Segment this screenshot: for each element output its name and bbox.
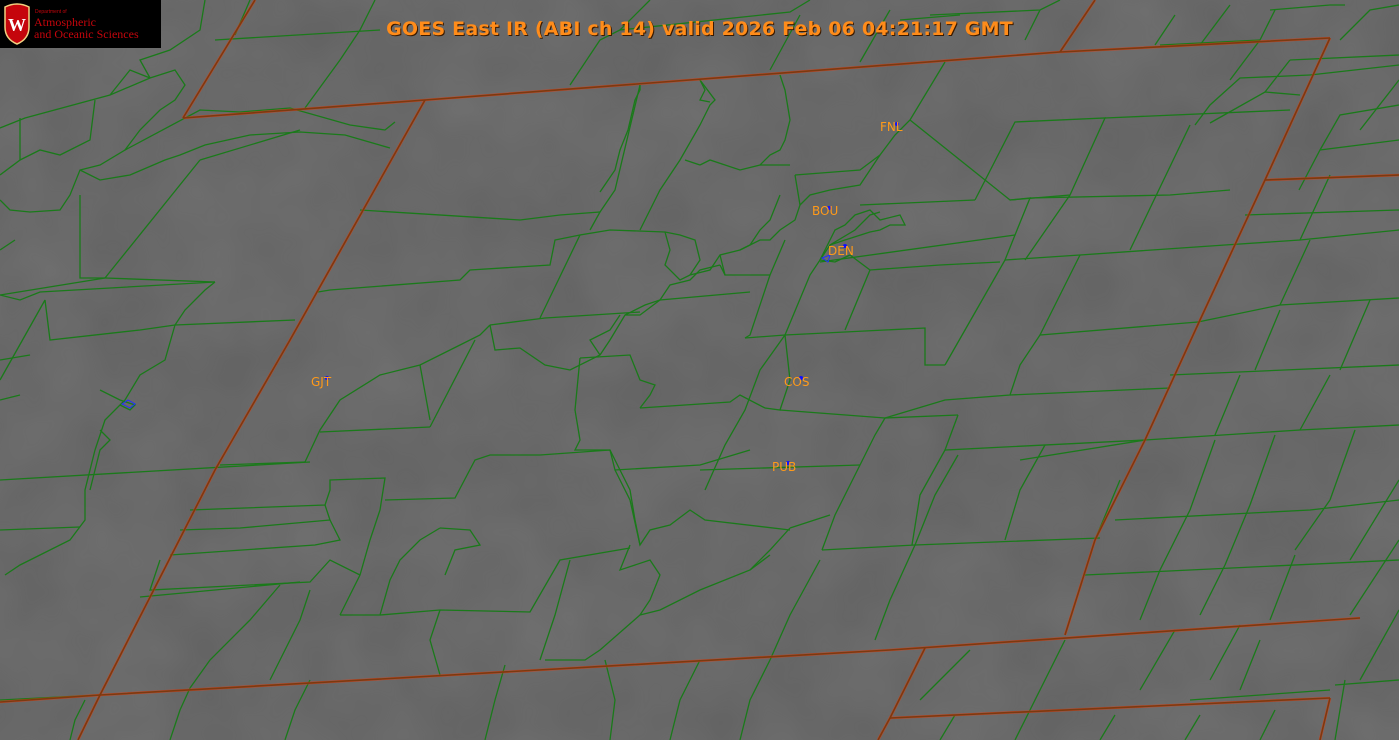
station-label: GJT xyxy=(311,375,332,389)
satellite-map: FNL BOU DEN GJT COS PUB xyxy=(0,0,1399,740)
station-label: DEN xyxy=(828,244,854,258)
station-label: FNL xyxy=(880,120,903,134)
station-label: COS xyxy=(784,375,809,389)
station-label: PUB xyxy=(772,460,796,474)
station-gjt[interactable]: GJT xyxy=(311,375,332,389)
station-den[interactable]: DEN xyxy=(828,244,854,258)
station-fnl[interactable]: FNL xyxy=(880,120,903,134)
station-bou[interactable]: BOU xyxy=(812,204,838,218)
station-cos[interactable]: COS xyxy=(784,375,809,389)
image-title: GOES East IR (ABI ch 14) valid 2026 Feb … xyxy=(386,18,1013,40)
station-label: BOU xyxy=(812,204,838,218)
station-pub[interactable]: PUB xyxy=(772,460,796,474)
